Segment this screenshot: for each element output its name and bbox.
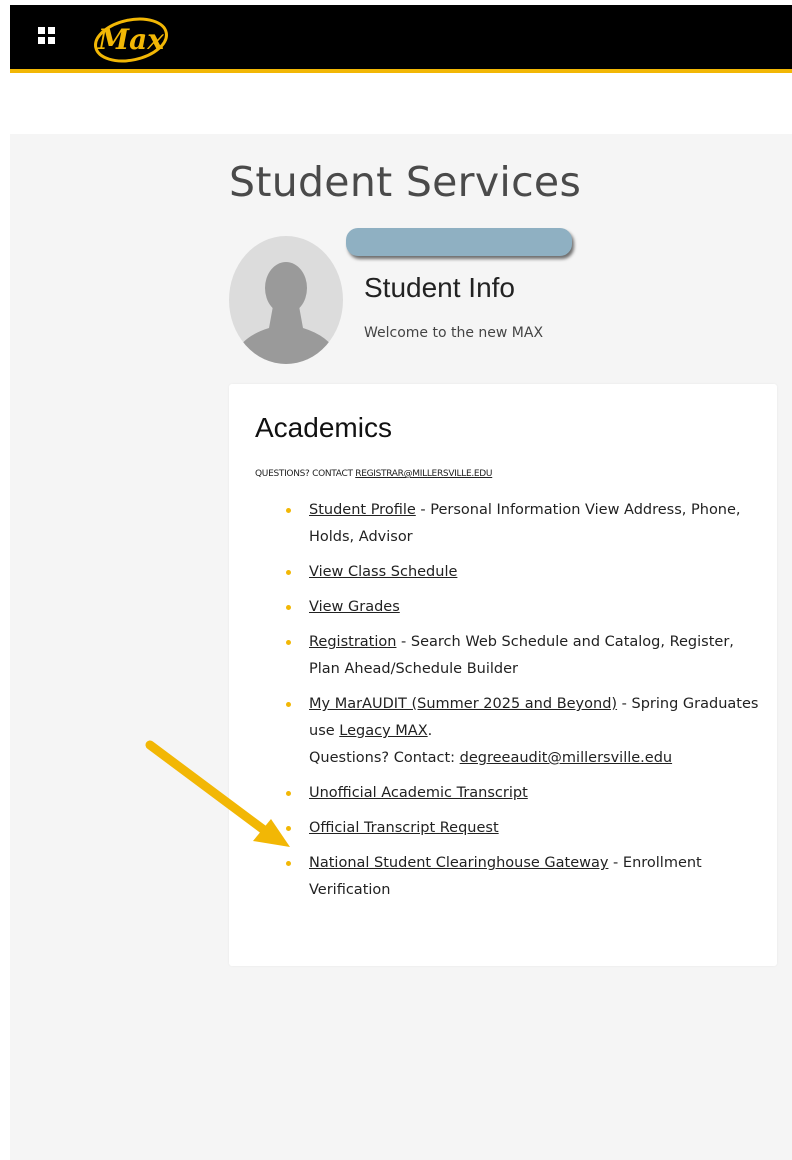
registration-link[interactable]: Registration <box>309 634 396 650</box>
list-item: View Class Schedule <box>269 559 769 586</box>
student-profile-link[interactable]: Student Profile <box>309 502 416 518</box>
list-item: National Student Clearinghouse Gateway -… <box>269 850 769 904</box>
clearinghouse-gateway-link[interactable]: National Student Clearinghouse Gateway <box>309 855 608 871</box>
registrar-email-link[interactable]: REGISTRAR@MILLERSVILLE.EDU <box>355 469 492 479</box>
academics-title: Academics <box>255 412 392 443</box>
student-info-title: Student Info <box>364 272 516 303</box>
redacted-student-name <box>346 228 572 256</box>
top-navigation-bar: Max <box>10 5 792 73</box>
list-item: Registration - Search Web Schedule and C… <box>269 629 769 683</box>
questions-contact: QUESTIONS? CONTACT REGISTRAR@MILLERSVILL… <box>255 469 493 479</box>
list-item: View Grades <box>269 594 769 621</box>
view-class-schedule-link[interactable]: View Class Schedule <box>309 564 457 580</box>
official-transcript-request-link[interactable]: Official Transcript Request <box>309 820 499 836</box>
avatar <box>229 236 343 364</box>
legacy-max-link[interactable]: Legacy MAX <box>339 723 427 739</box>
my-maraudit-link[interactable]: My MarAUDIT (Summer 2025 and Beyond) <box>309 696 617 712</box>
list-item: Unofficial Academic Transcript <box>269 780 769 807</box>
person-silhouette-icon <box>235 262 337 364</box>
max-logo[interactable]: Max <box>88 11 174 65</box>
app-grid-icon[interactable] <box>38 27 56 45</box>
academics-link-list: Student Profile - Personal Information V… <box>269 497 769 912</box>
annotation-arrow-icon <box>145 740 290 847</box>
academics-card: Academics QUESTIONS? CONTACT REGISTRAR@M… <box>229 384 777 966</box>
view-grades-link[interactable]: View Grades <box>309 599 400 615</box>
page-title: Student Services <box>229 158 582 206</box>
svg-text:Max: Max <box>97 23 164 56</box>
list-item: Student Profile - Personal Information V… <box>269 497 769 551</box>
degreeaudit-email-link[interactable]: degreeaudit@millersville.edu <box>460 750 672 766</box>
list-item: Official Transcript Request <box>269 815 769 842</box>
welcome-message: Welcome to the new MAX <box>364 325 544 341</box>
list-item: My MarAUDIT (Summer 2025 and Beyond) - S… <box>269 691 769 772</box>
unofficial-transcript-link[interactable]: Unofficial Academic Transcript <box>309 785 528 801</box>
